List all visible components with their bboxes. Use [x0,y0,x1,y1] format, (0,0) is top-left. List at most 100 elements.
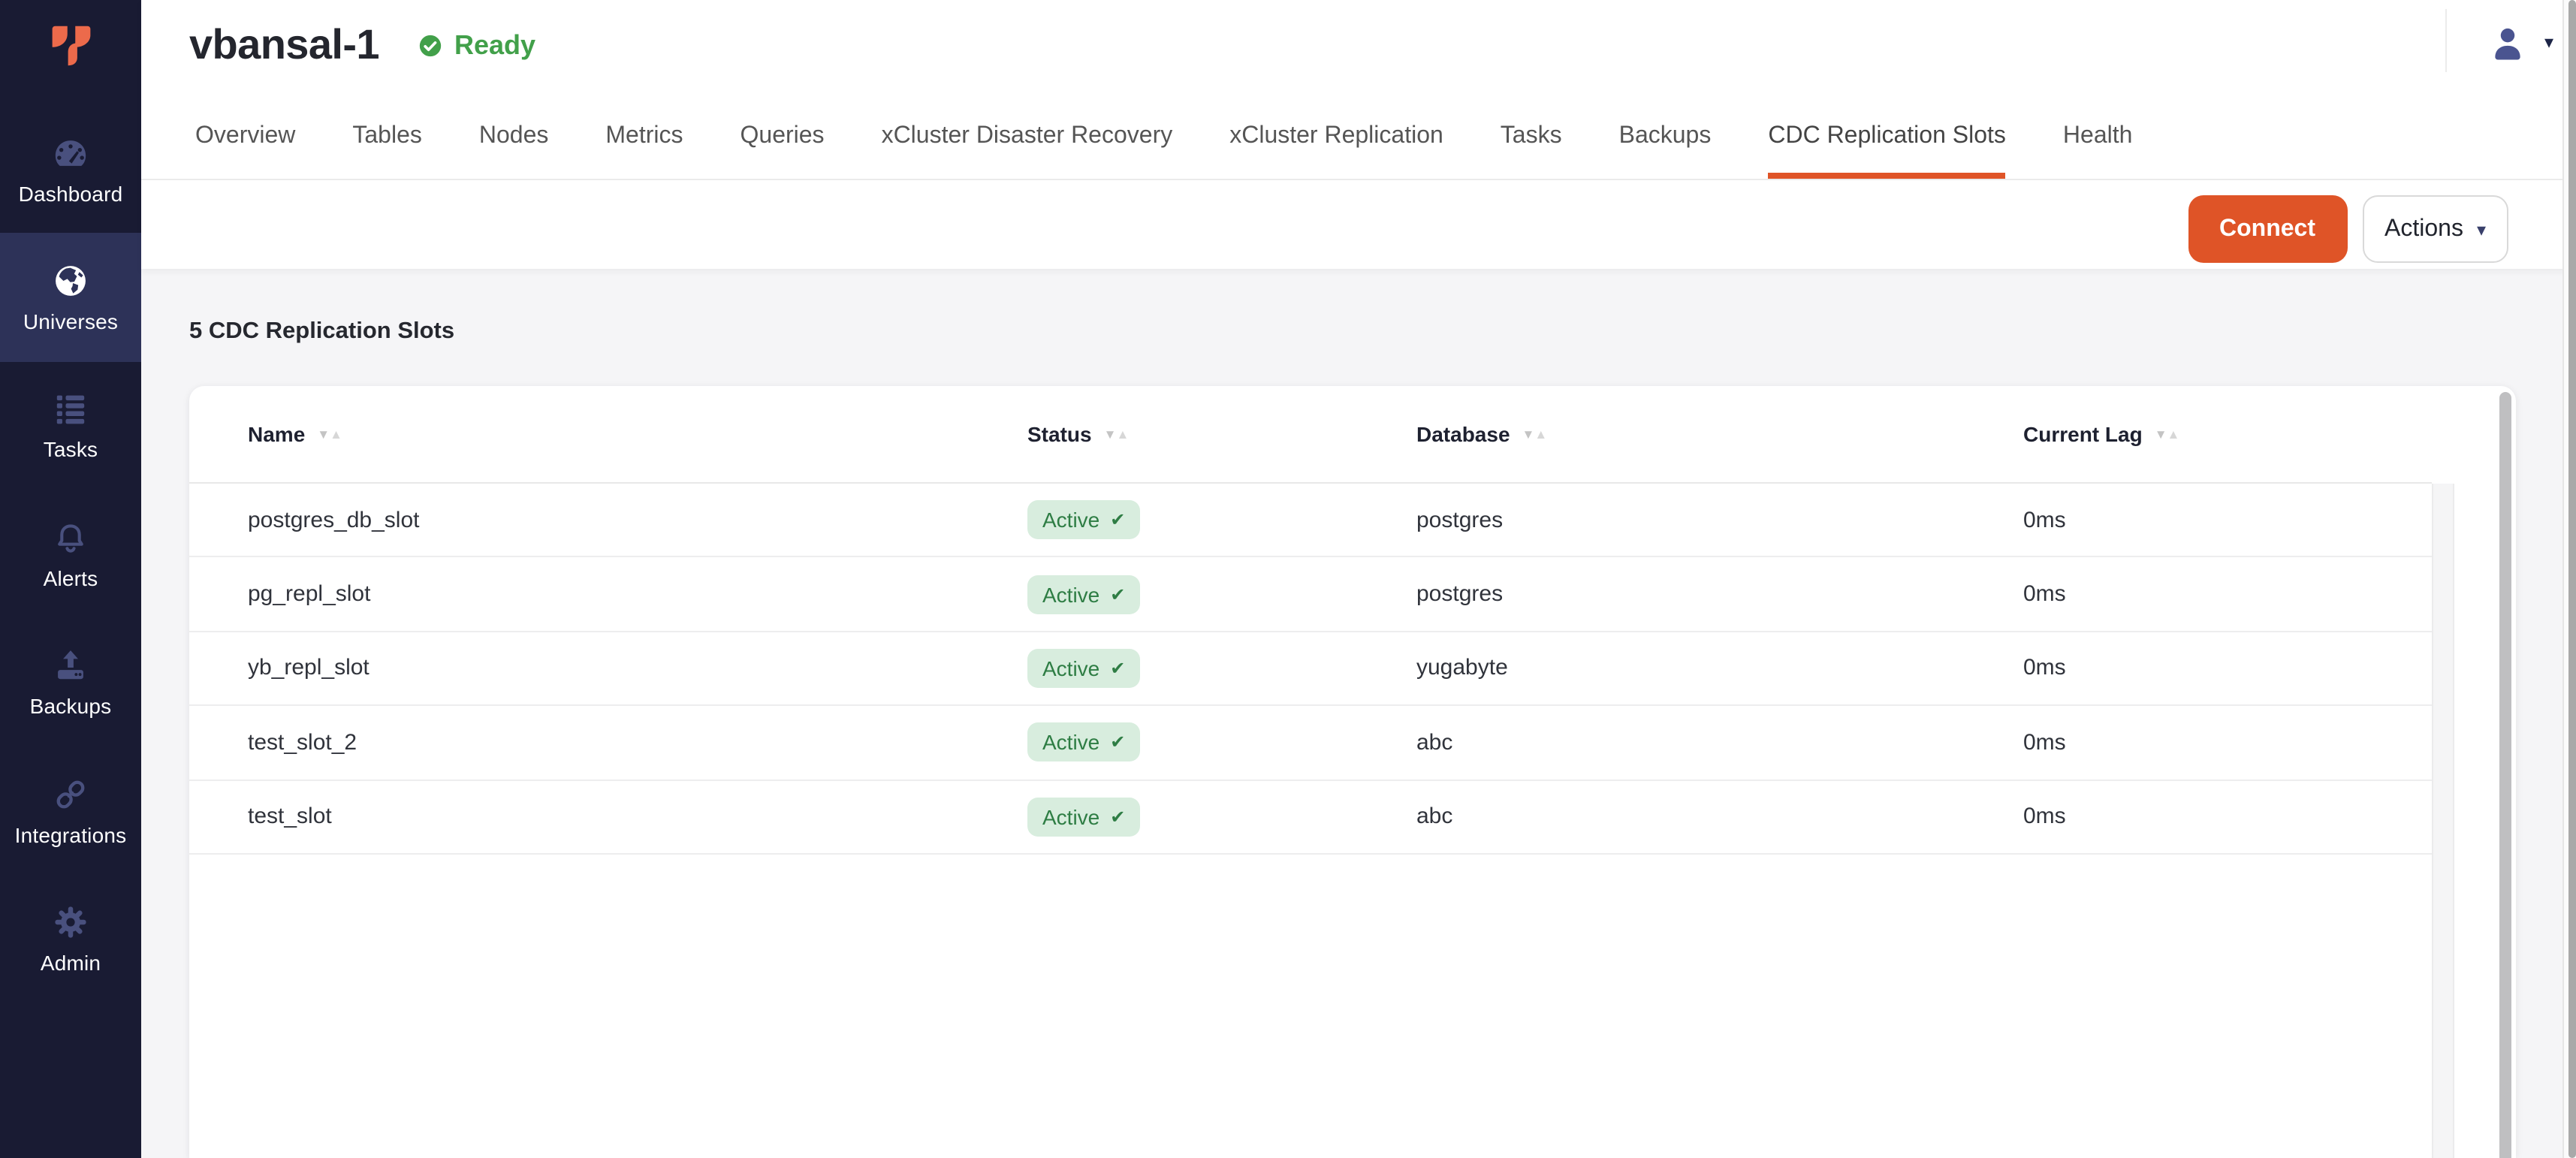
slot-database: postgres [1416,507,2023,532]
slot-database: yugabyte [1416,656,2023,681]
slot-current-lag: 0ms [2023,507,2432,532]
slot-status-cell: Active✔ [1027,500,1416,539]
card-scrollbar-thumb[interactable] [2499,392,2511,1158]
page-scrollbar-thumb[interactable] [2568,0,2576,1158]
slot-status-cell: Active✔ [1027,798,1416,837]
connect-button[interactable]: Connect [2188,195,2347,263]
check-icon: ✔ [1110,808,1125,826]
header-actions: Connect Actions ▾ [2188,195,2508,263]
content-area: 5 CDC Replication Slots Name ▼▲ Status ▼… [141,269,2576,1158]
universe-header: vbansal-1 Ready Overview Tables Nodes Me… [141,0,2576,269]
slot-database: abc [1416,804,2023,830]
slot-database: abc [1416,730,2023,755]
check-icon: ✔ [1110,585,1125,603]
table-row[interactable]: yb_repl_slot Active✔ yugabyte 0ms [189,632,2432,707]
chevron-down-icon: ▾ [2477,220,2486,238]
universe-status-badge: Ready [418,29,535,61]
status-badge: Active✔ [1027,723,1140,762]
upload-backup-icon [51,647,90,686]
tab-backups[interactable]: Backups [1619,123,1712,179]
table-scrollbar-track [2432,484,2454,1158]
sidebar-item-tasks[interactable]: Tasks [0,362,141,490]
tab-tasks[interactable]: Tasks [1501,123,1562,179]
page-scrollbar [2562,0,2576,1158]
table-row[interactable]: pg_repl_slot Active✔ postgres 0ms [189,558,2432,632]
sidebar-item-admin[interactable]: Admin [0,875,141,1003]
tab-xcluster-disaster-recovery[interactable]: xCluster Disaster Recovery [882,123,1173,179]
slot-status-cell: Active✔ [1027,723,1416,762]
table-row[interactable]: postgres_db_slot Active✔ postgres 0ms [189,484,2432,558]
tab-overview[interactable]: Overview [195,123,295,179]
sidebar-item-label: Admin [41,951,101,975]
check-circle-icon [418,32,444,58]
column-header-name[interactable]: Name ▼▲ [189,422,1027,446]
tab-tables[interactable]: Tables [352,123,422,179]
table-row[interactable]: test_slot Active✔ abc 0ms [189,780,2432,855]
user-avatar-icon [2487,22,2528,62]
cdc-slots-table-card: Name ▼▲ Status ▼▲ Database ▼▲ Current La… [189,386,2516,1158]
slot-name: test_slot_2 [189,730,1027,755]
actions-label: Actions [2384,216,2463,243]
sidebar-item-universes[interactable]: Universes [0,234,141,362]
sidebar: Dashboard Universes [0,0,141,1158]
universe-tabs: Overview Tables Nodes Metrics Queries xC… [141,123,2576,180]
slot-current-lag: 0ms [2023,730,2432,755]
gear-icon [51,903,90,942]
slot-status-cell: Active✔ [1027,649,1416,688]
sidebar-item-alerts[interactable]: Alerts [0,490,141,618]
sidebar-item-label: Alerts [44,566,98,590]
main-panel: vbansal-1 Ready Overview Tables Nodes Me… [141,0,2576,1158]
sidebar-item-backups[interactable]: Backups [0,618,141,746]
bell-icon [51,518,90,557]
slot-current-lag: 0ms [2023,656,2432,681]
table-header-row: Name ▼▲ Status ▼▲ Database ▼▲ Current La… [189,386,2432,484]
column-header-current-lag[interactable]: Current Lag ▼▲ [2023,422,2432,446]
tab-cdc-replication-slots[interactable]: CDC Replication Slots [1768,123,2006,179]
sidebar-item-label: Universes [23,309,118,333]
sort-icons: ▼▲ [1522,428,1548,441]
check-icon: ✔ [1110,659,1125,677]
status-badge: Active✔ [1027,500,1140,539]
sort-icons: ▼▲ [317,428,342,441]
slot-current-lag: 0ms [2023,804,2432,830]
slot-name: postgres_db_slot [189,507,1027,532]
task-list-icon [51,390,90,429]
slot-current-lag: 0ms [2023,581,2432,607]
status-badge: Active✔ [1027,649,1140,688]
slot-name: pg_repl_slot [189,581,1027,607]
sidebar-item-integrations[interactable]: Integrations [0,746,141,875]
check-icon: ✔ [1110,734,1125,752]
globe-icon [51,261,90,300]
yugabyte-y-icon [44,20,97,72]
page-title: vbansal-1 [189,21,379,69]
actions-dropdown-button[interactable]: Actions ▾ [2362,195,2508,263]
sidebar-item-label: Dashboard [19,181,123,205]
check-icon: ✔ [1110,511,1125,529]
sidebar-item-dashboard[interactable]: Dashboard [0,105,141,234]
user-menu[interactable]: ▾ [2487,12,2553,72]
sidebar-item-label: Tasks [44,438,98,462]
tab-xcluster-replication[interactable]: xCluster Replication [1229,123,1443,179]
column-header-database[interactable]: Database ▼▲ [1416,422,2023,446]
plug-link-icon [51,774,90,813]
tab-nodes[interactable]: Nodes [479,123,549,179]
tab-queries[interactable]: Queries [741,123,825,179]
slot-name: yb_repl_slot [189,656,1027,681]
status-label: Ready [454,29,535,61]
chevron-down-icon: ▾ [2544,33,2553,51]
tab-health[interactable]: Health [2063,123,2133,179]
sidebar-item-label: Integrations [15,822,127,846]
yugabyte-logo[interactable] [0,0,141,105]
sort-icons: ▼▲ [1104,428,1130,441]
column-header-status[interactable]: Status ▼▲ [1027,422,1416,446]
slots-count-heading: 5 CDC Replication Slots [189,318,2516,345]
status-badge: Active✔ [1027,798,1140,837]
table-row[interactable]: test_slot_2 Active✔ abc 0ms [189,706,2432,780]
sidebar-item-label: Backups [30,695,112,719]
app-root: Dashboard Universes [0,0,2576,1158]
slot-name: test_slot [189,804,1027,830]
tab-metrics[interactable]: Metrics [605,123,683,179]
slot-database: postgres [1416,581,2023,607]
status-badge: Active✔ [1027,574,1140,614]
header-divider [2445,9,2447,72]
